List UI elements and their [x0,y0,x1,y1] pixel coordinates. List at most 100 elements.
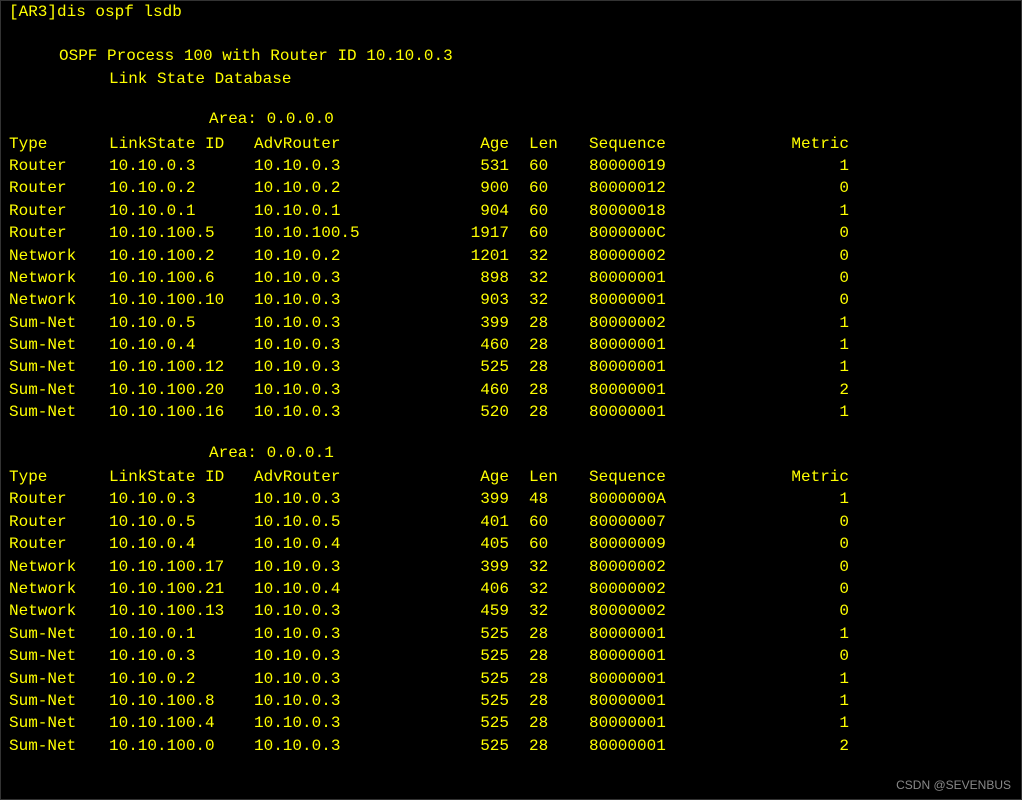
lsdb-output: Area: 0.0.0.0 TypeLinkState IDAdvRouterAg… [9,108,1013,757]
cell-age: 460 [419,379,529,401]
table-row: Router10.10.0.210.10.0.290060800000120 [9,177,1013,199]
cell-advr: 10.10.0.2 [254,177,419,199]
cell-metric: 1 [759,401,849,423]
cell-type: Sum-Net [9,312,109,334]
cell-metric: 0 [759,578,849,600]
cell-type: Network [9,267,109,289]
cell-age: 406 [419,578,529,600]
cell-seq: 80000001 [589,289,759,311]
cell-len: 28 [529,668,589,690]
area-header: Area: 0.0.0.0 [9,108,1013,130]
cell-metric: 0 [759,177,849,199]
table-row: Network10.10.100.610.10.0.38983280000001… [9,267,1013,289]
cell-age: 525 [419,690,529,712]
cell-len: 28 [529,623,589,645]
cell-type: Sum-Net [9,712,109,734]
cell-seq: 80000001 [589,712,759,734]
cell-type: Network [9,245,109,267]
cell-metric: 1 [759,334,849,356]
cell-metric: 0 [759,600,849,622]
column-header-seq: Sequence [589,466,759,488]
cell-metric: 0 [759,289,849,311]
cell-lsid: 10.10.0.1 [109,623,254,645]
cell-advr: 10.10.0.3 [254,690,419,712]
table-row: Sum-Net10.10.0.310.10.0.352528800000010 [9,645,1013,667]
table-row: Network10.10.100.1010.10.0.3903328000000… [9,289,1013,311]
column-header-metric: Metric [759,133,849,155]
cell-age: 401 [419,511,529,533]
cell-seq: 80000001 [589,735,759,757]
cell-type: Router [9,177,109,199]
command-line[interactable]: [AR3] dis ospf lsdb [9,1,1013,23]
table-row: Sum-Net10.10.100.810.10.0.35252880000001… [9,690,1013,712]
cell-seq: 80000001 [589,334,759,356]
cell-len: 28 [529,401,589,423]
cell-seq: 80000001 [589,267,759,289]
cell-advr: 10.10.0.3 [254,556,419,578]
cell-type: Sum-Net [9,356,109,378]
column-header-age: Age [419,133,529,155]
table-row: Network10.10.100.2110.10.0.4406328000000… [9,578,1013,600]
table-header-row: TypeLinkState IDAdvRouterAgeLenSequenceM… [9,133,1013,155]
cell-advr: 10.10.100.5 [254,222,419,244]
cell-lsid: 10.10.0.4 [109,533,254,555]
cell-type: Network [9,600,109,622]
cell-age: 1917 [419,222,529,244]
cell-len: 28 [529,735,589,757]
cell-len: 32 [529,578,589,600]
cell-type: Sum-Net [9,668,109,690]
column-header-lsid: LinkState ID [109,133,254,155]
cell-seq: 80000001 [589,668,759,690]
table-row: Network10.10.100.210.10.0.21201328000000… [9,245,1013,267]
cell-type: Router [9,511,109,533]
table-row: Router10.10.0.310.10.0.353160800000191 [9,155,1013,177]
cell-advr: 10.10.0.3 [254,289,419,311]
cell-age: 525 [419,356,529,378]
cell-lsid: 10.10.100.16 [109,401,254,423]
cell-type: Sum-Net [9,645,109,667]
cell-metric: 1 [759,312,849,334]
cell-lsid: 10.10.100.6 [109,267,254,289]
cell-lsid: 10.10.100.0 [109,735,254,757]
cell-age: 904 [419,200,529,222]
cell-metric: 1 [759,668,849,690]
cell-lsid: 10.10.0.3 [109,488,254,510]
cell-lsid: 10.10.100.13 [109,600,254,622]
cell-advr: 10.10.0.3 [254,379,419,401]
cell-type: Sum-Net [9,379,109,401]
cell-age: 399 [419,312,529,334]
ospf-process-header: OSPF Process 100 with Router ID 10.10.0.… [9,45,1013,67]
table-row: Sum-Net10.10.0.410.10.0.346028800000011 [9,334,1013,356]
cell-seq: 80000007 [589,511,759,533]
cell-advr: 10.10.0.1 [254,200,419,222]
cell-advr: 10.10.0.3 [254,356,419,378]
table-header-row: TypeLinkState IDAdvRouterAgeLenSequenceM… [9,466,1013,488]
cell-len: 48 [529,488,589,510]
cell-age: 898 [419,267,529,289]
cell-type: Router [9,222,109,244]
cell-lsid: 10.10.100.12 [109,356,254,378]
cell-seq: 8000000A [589,488,759,510]
table-row: Sum-Net10.10.0.210.10.0.352528800000011 [9,668,1013,690]
cell-metric: 1 [759,623,849,645]
cell-len: 28 [529,712,589,734]
cell-len: 60 [529,533,589,555]
cell-lsid: 10.10.0.5 [109,511,254,533]
column-header-metric: Metric [759,466,849,488]
cell-len: 28 [529,356,589,378]
cell-type: Network [9,556,109,578]
cell-metric: 1 [759,356,849,378]
cell-len: 32 [529,556,589,578]
cell-lsid: 10.10.100.10 [109,289,254,311]
cell-lsid: 10.10.0.5 [109,312,254,334]
table-row: Router10.10.100.510.10.100.5191760800000… [9,222,1013,244]
cell-age: 525 [419,735,529,757]
cell-seq: 80000002 [589,245,759,267]
cell-metric: 0 [759,645,849,667]
cell-advr: 10.10.0.2 [254,245,419,267]
table-row: Network10.10.100.1310.10.0.3459328000000… [9,600,1013,622]
cell-metric: 2 [759,735,849,757]
cell-len: 60 [529,200,589,222]
table-row: Sum-Net10.10.100.410.10.0.35252880000001… [9,712,1013,734]
table-row: Sum-Net10.10.0.110.10.0.352528800000011 [9,623,1013,645]
